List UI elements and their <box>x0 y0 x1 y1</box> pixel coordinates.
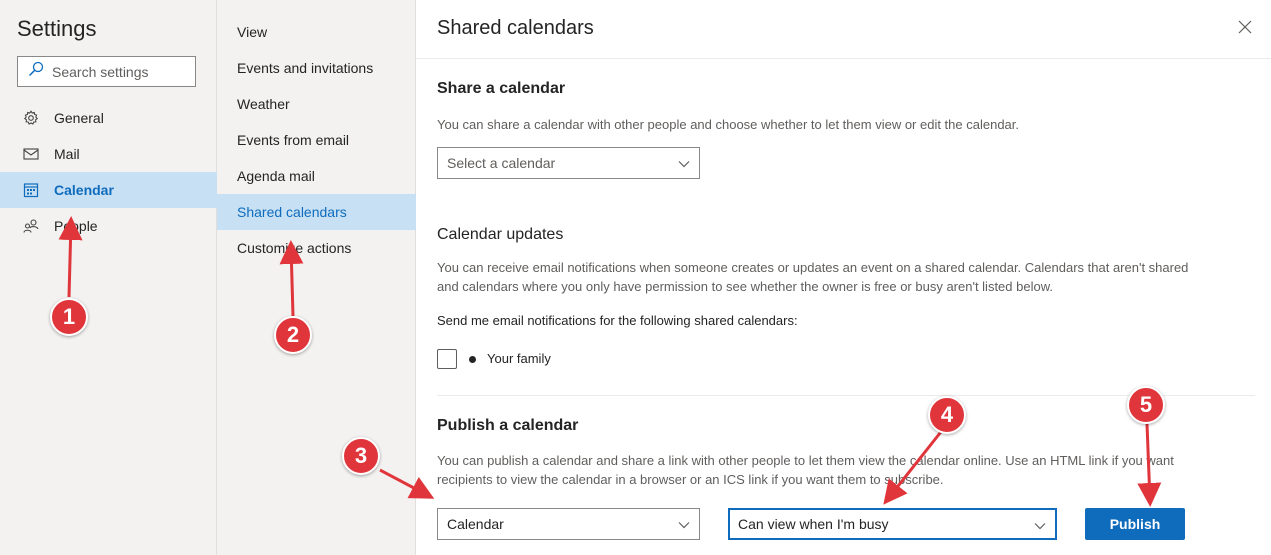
nav-item-label: People <box>54 218 98 234</box>
chevron-down-icon <box>678 522 690 529</box>
select-calendar-dropdown[interactable]: Select a calendar <box>437 147 700 179</box>
updates-heading: Calendar updates <box>437 226 564 243</box>
search-icon <box>28 61 44 82</box>
share-heading: Share a calendar <box>437 80 566 97</box>
publish-calendar-dropdown[interactable]: Calendar <box>437 508 700 540</box>
annotation-badge-4: 4 <box>928 396 966 434</box>
dropdown-value: Can view when I'm busy <box>738 516 889 532</box>
people-icon <box>22 217 40 235</box>
nav-item-label: Mail <box>54 146 80 162</box>
search-settings-box[interactable] <box>17 56 196 87</box>
subnav-item-agenda-mail[interactable]: Agenda mail <box>217 158 416 194</box>
search-input[interactable] <box>52 63 192 80</box>
calendar-subnav: View Events and invitations Weather Even… <box>217 14 416 266</box>
updates-description-line1: You can receive email notifications when… <box>437 260 1189 275</box>
your-family-checkbox[interactable] <box>437 349 457 369</box>
nav-item-general[interactable]: General <box>0 100 217 136</box>
chevron-down-icon <box>678 161 690 168</box>
publish-button[interactable]: Publish <box>1085 508 1185 540</box>
nav-item-label: General <box>54 110 104 126</box>
shared-calendar-name: Your family <box>487 351 551 366</box>
subnav-item-shared-calendars[interactable]: Shared calendars <box>217 194 416 230</box>
header-divider <box>416 58 1271 59</box>
close-button[interactable] <box>1236 18 1254 36</box>
updates-description-line2: and calendars where you only have permis… <box>437 279 1053 294</box>
publish-description-line1: You can publish a calendar and share a l… <box>437 453 1174 468</box>
annotation-badge-3: 3 <box>342 437 380 475</box>
subnav-item-weather[interactable]: Weather <box>217 86 416 122</box>
nav-item-people[interactable]: People <box>0 208 217 244</box>
publish-heading: Publish a calendar <box>437 417 579 434</box>
subnav-item-customize-actions[interactable]: Customize actions <box>217 230 416 266</box>
share-description: You can share a calendar with other peop… <box>437 117 1020 132</box>
gear-icon <box>22 109 40 127</box>
settings-title: Settings <box>17 16 97 41</box>
annotation-badge-1: 1 <box>50 298 88 336</box>
nav-item-calendar[interactable]: Calendar <box>0 172 217 208</box>
chevron-down-icon <box>1034 523 1046 530</box>
nav-item-mail[interactable]: Mail <box>0 136 217 172</box>
permission-dropdown[interactable]: Can view when I'm busy <box>728 508 1057 540</box>
close-icon <box>1238 20 1252 34</box>
annotation-badge-2: 2 <box>274 316 312 354</box>
calendar-icon <box>22 181 40 199</box>
settings-nav: General Mail Calendar People <box>0 100 217 244</box>
calendar-color-dot <box>469 356 476 363</box>
dropdown-value: Calendar <box>447 516 504 532</box>
dropdown-value: Select a calendar <box>447 155 556 171</box>
annotation-badge-5: 5 <box>1127 386 1165 424</box>
subnav-item-events-and-invitations[interactable]: Events and invitations <box>217 50 416 86</box>
publish-description-line2: recipients to view the calendar in a bro… <box>437 472 944 487</box>
mail-icon <box>22 145 40 163</box>
subnav-item-view[interactable]: View <box>217 14 416 50</box>
notify-label: Send me email notifications for the foll… <box>437 313 798 328</box>
subnav-item-events-from-email[interactable]: Events from email <box>217 122 416 158</box>
nav-item-label: Calendar <box>54 182 114 198</box>
panel-title: Shared calendars <box>437 17 594 39</box>
